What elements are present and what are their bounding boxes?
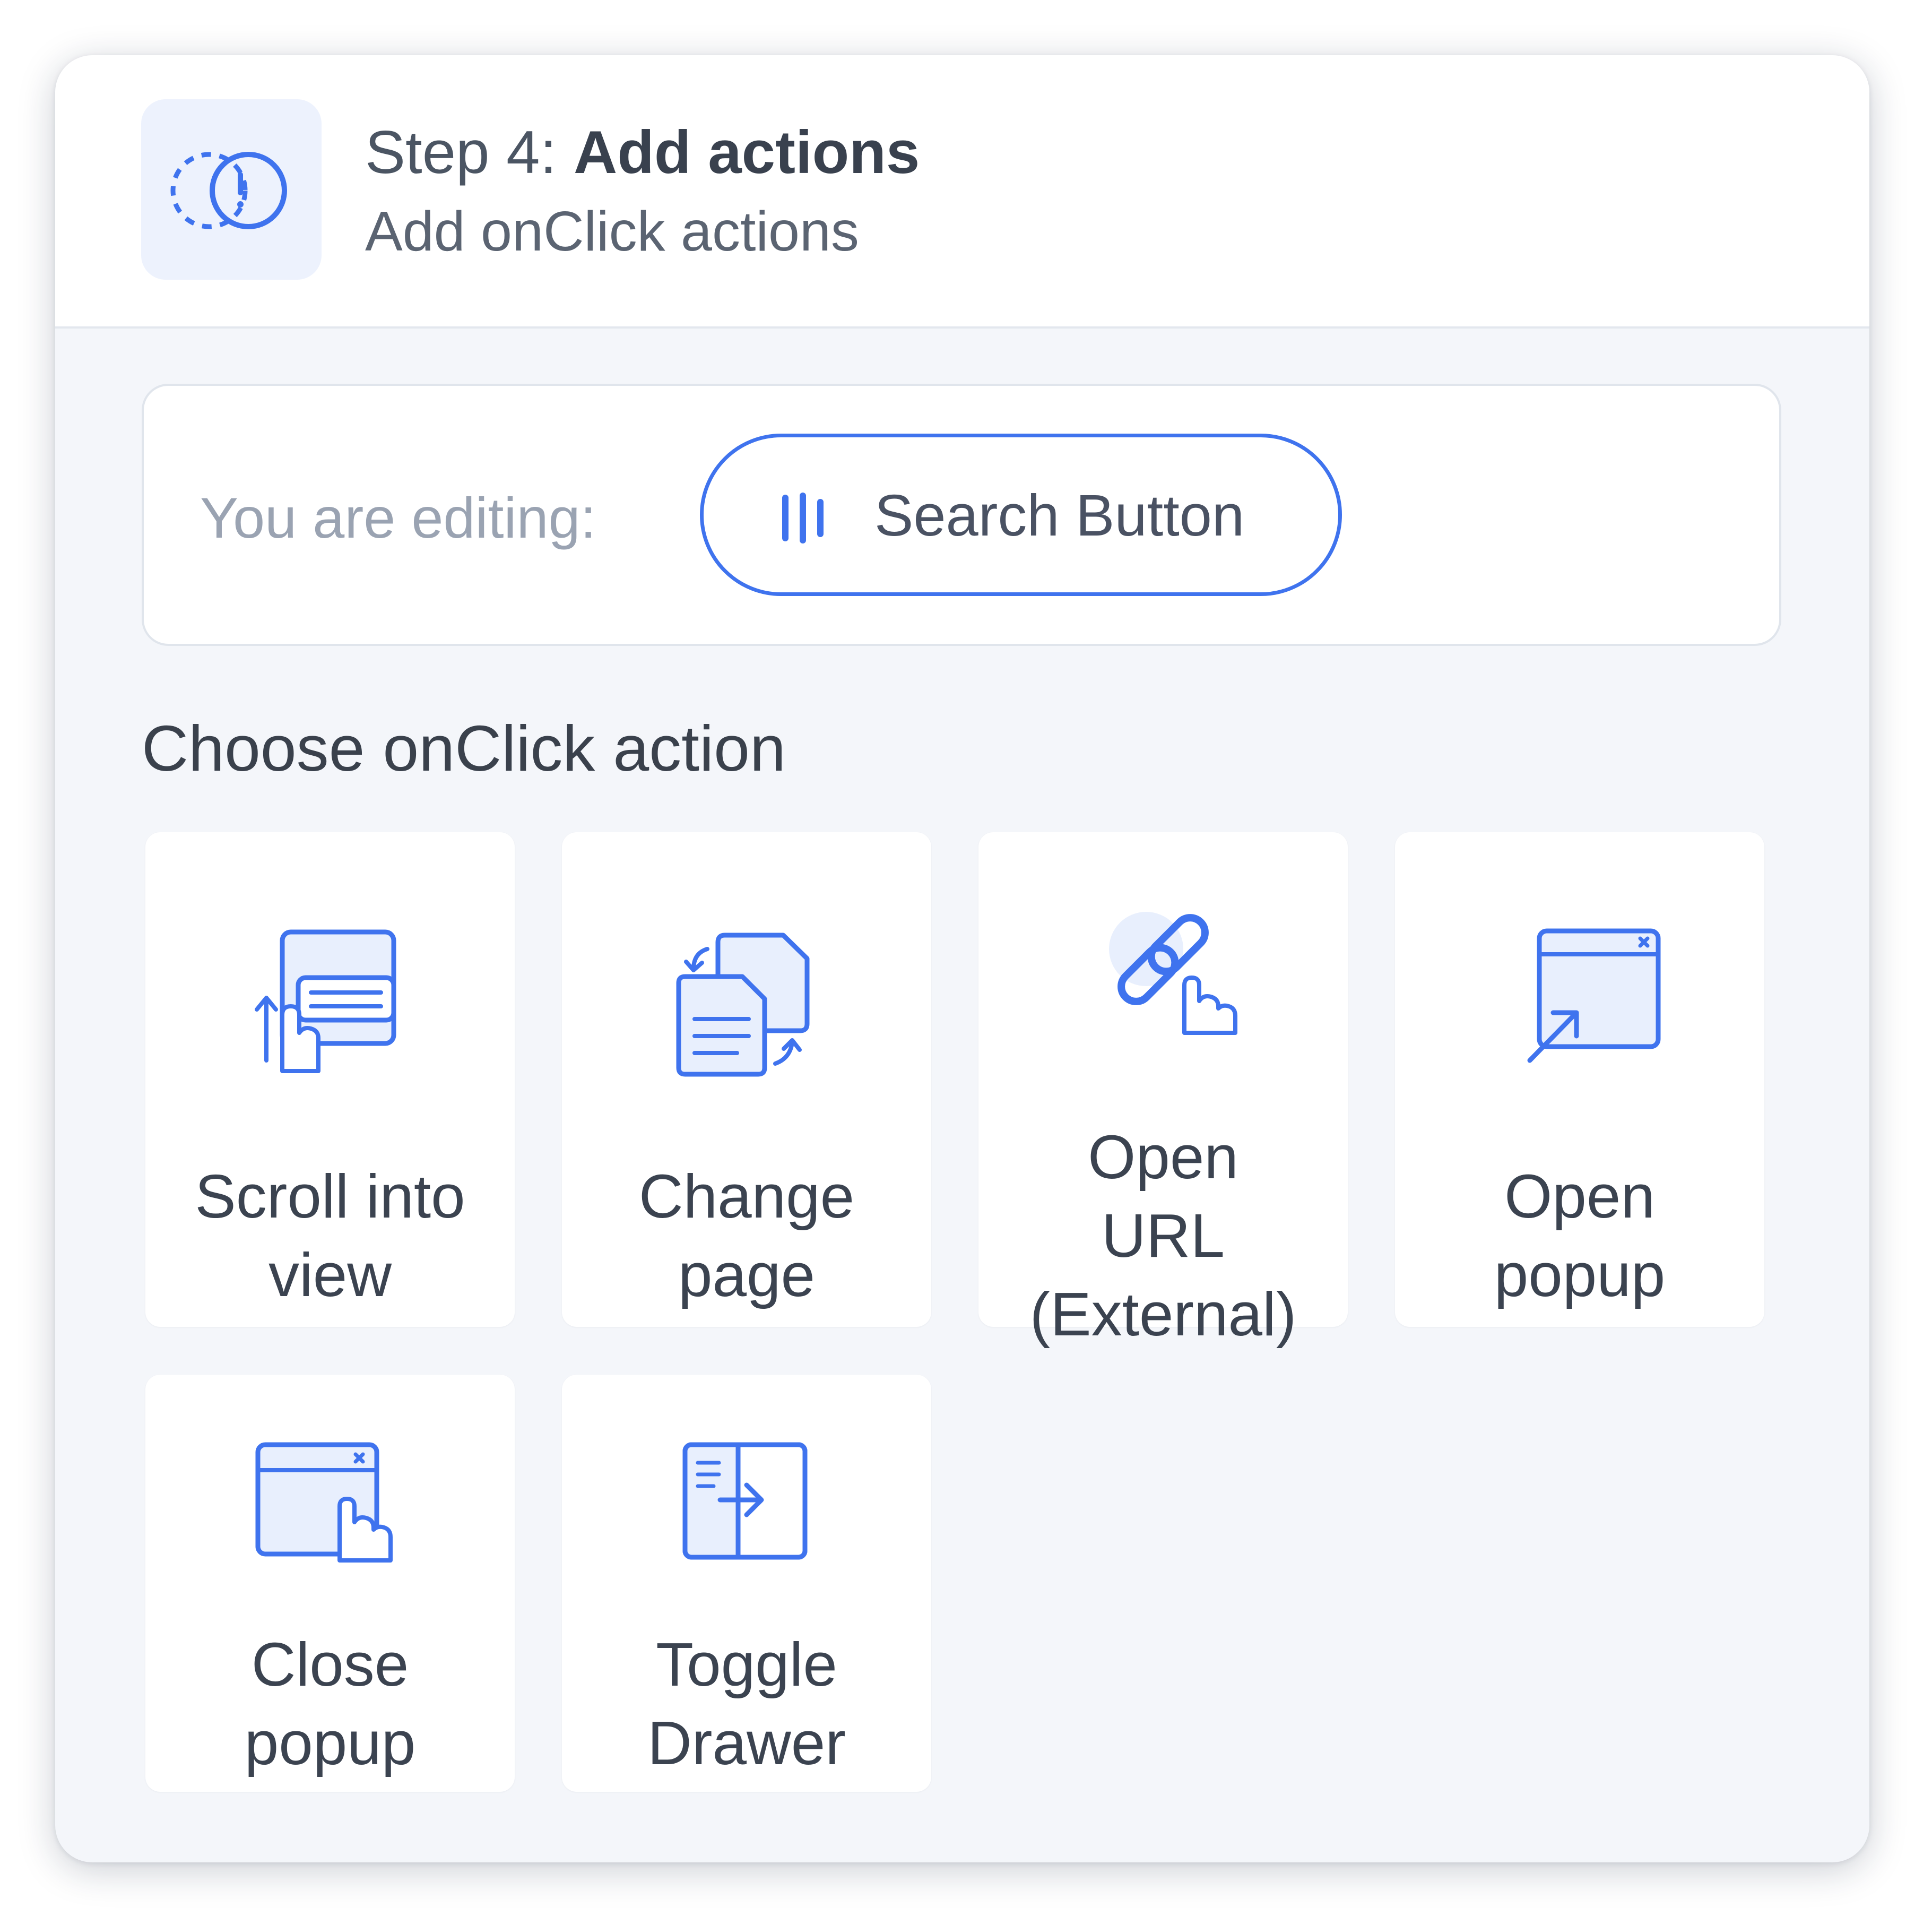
toggle-drawer-icon: [682, 1442, 808, 1560]
action-scroll-into-view[interactable]: Scroll into view: [145, 832, 515, 1327]
step-icon-box: [141, 99, 322, 280]
action-open-popup[interactable]: Open popup: [1395, 832, 1764, 1327]
action-toggle-drawer[interactable]: Toggle Drawer: [562, 1375, 931, 1792]
action-label-line: (External): [1029, 1280, 1297, 1349]
action-open-url-external[interactable]: Open URL (External): [978, 832, 1348, 1349]
action-label-line: Open: [1088, 1123, 1238, 1192]
action-label-line: Open: [1504, 1162, 1655, 1231]
action-label: Scroll into view: [145, 1157, 515, 1314]
action-label: Open popup: [1395, 1157, 1764, 1314]
actions-panel: Step 4: Add actions Add onClick actions …: [55, 55, 1869, 1862]
editing-label: You are editing:: [200, 486, 596, 550]
bars-icon: [782, 493, 824, 543]
action-label-line: view: [268, 1240, 392, 1309]
action-label: Toggle Drawer: [562, 1625, 931, 1782]
open-popup-icon: [1527, 928, 1661, 1063]
action-label-line: popup: [1494, 1240, 1666, 1309]
step-prefix: Step 4:: [365, 119, 557, 186]
action-close-popup[interactable]: Close popup: [145, 1375, 515, 1792]
action-label: Close popup: [145, 1625, 515, 1782]
section-title: Choose onClick action: [142, 712, 786, 784]
step-title: Add actions: [573, 119, 920, 186]
action-label-line: Toggle: [656, 1630, 837, 1699]
action-label-line: URL: [1101, 1201, 1225, 1270]
editing-element-name: Search Button: [874, 483, 1245, 548]
action-label: Open URL (External): [978, 1118, 1348, 1353]
change-page-icon: [676, 933, 810, 1077]
action-label: Change page: [562, 1157, 931, 1314]
panel-header: Step 4: Add actions Add onClick actions: [55, 55, 1869, 329]
editing-element-chip[interactable]: Search Button: [700, 434, 1342, 596]
action-label-line: popup: [244, 1708, 416, 1777]
action-label-line: Scroll into: [195, 1162, 465, 1231]
link-click-icon: [1109, 912, 1237, 1035]
close-popup-icon: [255, 1442, 393, 1563]
action-label-line: Close: [251, 1630, 409, 1699]
step-heading: Step 4: Add actions: [365, 118, 920, 187]
editing-card: You are editing: Search Button: [142, 384, 1781, 646]
action-label-line: Change: [638, 1162, 855, 1231]
action-label-line: page: [678, 1240, 816, 1309]
action-change-page[interactable]: Change page: [562, 832, 931, 1327]
step-subtitle: Add onClick actions: [365, 200, 859, 263]
dashed-circles-icon: [170, 152, 287, 229]
action-label-line: Drawer: [647, 1708, 846, 1777]
scroll-into-view-icon: [255, 929, 396, 1073]
